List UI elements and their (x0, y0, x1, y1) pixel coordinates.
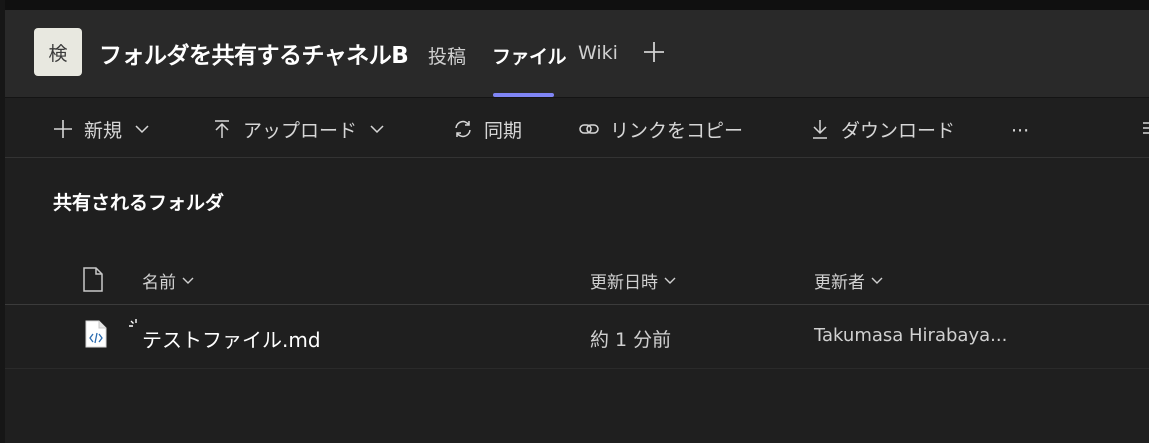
column-header-modified-by[interactable]: 更新者 (814, 268, 884, 293)
view-options-icon[interactable] (1143, 120, 1149, 136)
file-list-header: 名前 更新日時 更新者 (5, 255, 1149, 305)
copy-link-button[interactable]: リンクをコピー (578, 116, 743, 142)
file-modified: 約 1 分前 (590, 329, 672, 351)
active-tab-indicator (493, 93, 554, 97)
files-app-window: 検 フォルダを共有するチャネルB 投稿 ファイル Wiki 新規 アップロード (0, 0, 1149, 443)
folder-title: 共有されるフォルダ (53, 192, 225, 214)
download-label: ダウンロード (841, 119, 956, 142)
chevron-down-icon (664, 277, 676, 284)
upload-label: アップロード (243, 119, 358, 142)
column-name-label: 名前 (142, 273, 176, 293)
add-tab-plus-icon[interactable] (642, 40, 666, 64)
file-modified-by: Takumasa Hirabaya... (814, 325, 1008, 346)
channel-avatar[interactable]: 検 (34, 28, 82, 76)
download-button[interactable]: ダウンロード (809, 116, 955, 142)
chevron-down-icon (182, 277, 194, 284)
sync-label: 同期 (484, 119, 523, 142)
tab-wiki[interactable]: Wiki (578, 42, 618, 64)
tab-files[interactable]: ファイル (492, 42, 567, 69)
more-options-button[interactable]: ··· (1011, 118, 1029, 144)
command-bar: 新規 アップロード 同期 リンクをコピー ダウンロード ··· (5, 99, 1149, 158)
chevron-down-icon (370, 125, 384, 134)
link-icon (579, 124, 599, 134)
column-modified-by-label: 更新者 (814, 273, 865, 293)
tab-posts[interactable]: 投稿 (428, 42, 466, 69)
file-name[interactable]: テストファイル.md (142, 324, 321, 353)
channel-header: 検 フォルダを共有するチャネルB 投稿 ファイル Wiki (5, 10, 1149, 98)
chevron-down-icon (135, 125, 149, 134)
copy-link-label: リンクをコピー (610, 119, 744, 142)
sync-icon (455, 120, 471, 138)
window-top-edge (0, 0, 1149, 10)
new-button[interactable]: 新規 (52, 116, 150, 142)
download-arrow-icon (813, 120, 827, 139)
plus-icon (54, 120, 72, 138)
column-header-modified[interactable]: 更新日時 (590, 268, 677, 293)
column-header-name[interactable]: 名前 (142, 268, 195, 293)
new-label: 新規 (84, 119, 123, 142)
upload-arrow-icon (215, 120, 229, 138)
channel-title: フォルダを共有するチャネルB (99, 43, 409, 69)
more-options-icon: ··· (1011, 120, 1030, 142)
upload-button[interactable]: アップロード (211, 116, 385, 142)
sync-button[interactable]: 同期 (452, 116, 522, 142)
column-modified-label: 更新日時 (590, 273, 658, 293)
chevron-down-icon (871, 277, 883, 284)
file-row[interactable]: テストファイル.md 約 1 分前 Takumasa Hirabaya... (5, 306, 1149, 369)
code-file-icon (85, 320, 107, 348)
file-type-column-icon[interactable] (82, 267, 104, 292)
